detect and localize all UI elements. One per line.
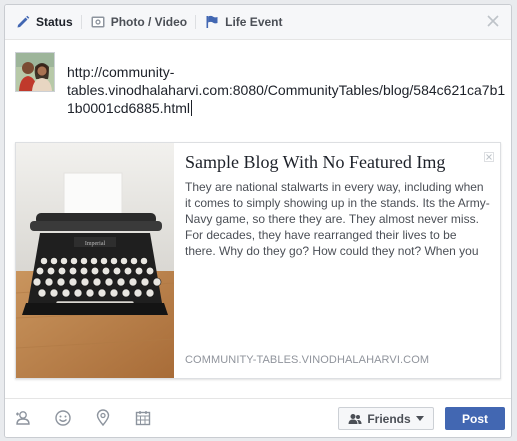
post-composer: Status Photo / Video Life Event http://c…	[4, 4, 512, 438]
status-input[interactable]: http://community-tables.vinodhalaharvi.c…	[67, 63, 507, 117]
feeling-icon[interactable]	[54, 409, 72, 427]
audience-label: Friends	[367, 411, 411, 426]
link-preview-card[interactable]: Imperial Sample Blog With No Featured Im…	[15, 142, 501, 379]
schedule-icon[interactable]	[134, 409, 152, 427]
flag-icon	[204, 14, 220, 30]
svg-text:Imperial: Imperial	[85, 241, 106, 247]
remove-preview-icon[interactable]	[484, 149, 494, 162]
chevron-down-icon	[415, 416, 424, 421]
location-icon[interactable]	[94, 409, 112, 427]
composer-tabs: Status Photo / Video Life Event	[5, 5, 511, 40]
link-preview-body: Sample Blog With No Featured Img They ar…	[185, 151, 490, 368]
post-button-label: Post	[461, 411, 488, 426]
avatar	[15, 52, 55, 92]
link-preview-image: Imperial	[16, 143, 174, 378]
post-button[interactable]: Post	[445, 407, 505, 430]
tab-status-label: Status	[36, 15, 73, 29]
link-preview-title[interactable]: Sample Blog With No Featured Img	[185, 151, 490, 173]
tab-life-event-label: Life Event	[225, 15, 283, 29]
composer-footer: Friends Post	[5, 398, 511, 437]
text-caret	[191, 100, 192, 116]
camera-icon	[90, 14, 106, 30]
link-preview-description: They are national stalwarts in every way…	[185, 180, 490, 258]
link-preview-domain: COMMUNITY-TABLES.VINODHALAHARVI.COM	[185, 354, 430, 366]
pencil-icon	[15, 14, 31, 30]
tab-photo-video[interactable]: Photo / Video	[82, 5, 195, 39]
tab-life-event[interactable]: Life Event	[196, 5, 290, 39]
tag-friends-icon[interactable]	[14, 409, 32, 427]
tab-photo-video-label: Photo / Video	[110, 15, 188, 29]
friends-icon	[348, 413, 362, 425]
close-icon[interactable]	[485, 13, 501, 29]
audience-selector-button[interactable]: Friends	[338, 407, 434, 430]
status-input-text: http://community-tables.vinodhalaharvi.c…	[67, 64, 506, 116]
tab-status[interactable]: Status	[5, 5, 81, 39]
